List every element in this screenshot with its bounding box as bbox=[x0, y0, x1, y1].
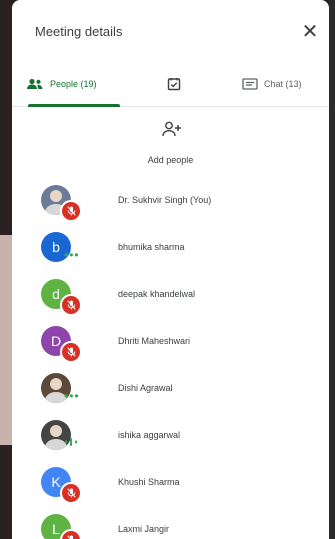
participant-name: Dishi Agrawal bbox=[118, 383, 173, 393]
video-tile-fragment bbox=[0, 235, 12, 445]
participant-row[interactable]: Dr. Sukhvir Singh (You) bbox=[12, 177, 329, 224]
add-person-icon bbox=[162, 121, 181, 137]
participant-row[interactable]: ishika aggarwal bbox=[12, 412, 329, 459]
mic-off-icon bbox=[60, 294, 82, 316]
mic-off-icon bbox=[60, 200, 82, 222]
participant-row[interactable]: d deepak khandelwal bbox=[12, 271, 329, 318]
activity-dots-icon: ••• bbox=[64, 248, 80, 262]
participant-name: bhumika sharma bbox=[118, 242, 185, 252]
participant-row[interactable]: K Khushi Sharma bbox=[12, 459, 329, 506]
right-edge bbox=[329, 0, 335, 539]
participant-name: ishika aggarwal bbox=[118, 430, 181, 440]
close-button[interactable]: ✕ bbox=[297, 18, 323, 44]
tab-chat-label: Chat (13) bbox=[264, 79, 302, 89]
tab-people-label: People (19) bbox=[50, 79, 97, 89]
activity-dots-icon: ••• bbox=[64, 389, 80, 403]
panel-title: Meeting details bbox=[35, 24, 123, 39]
participant-name: Laxmi Jangir bbox=[118, 524, 170, 534]
close-icon: ✕ bbox=[301, 20, 319, 43]
participant-list: Dr. Sukhvir Singh (You) b ••• bhumika sharm… bbox=[12, 177, 329, 539]
speaking-indicator-icon bbox=[64, 436, 78, 450]
background-video-strip bbox=[0, 0, 12, 539]
tab-people[interactable]: People (19) bbox=[26, 62, 120, 107]
participant-name: deepak khandelwal bbox=[118, 289, 196, 299]
mic-off-icon bbox=[60, 341, 82, 363]
participant-row[interactable]: b ••• bhumika sharma bbox=[12, 224, 329, 271]
people-icon bbox=[27, 78, 43, 89]
add-people-button[interactable]: Add people bbox=[12, 107, 329, 177]
chat-icon bbox=[242, 77, 258, 90]
tab-bar: People (19) Chat (13) bbox=[12, 62, 329, 107]
panel-header: Meeting details ✕ bbox=[12, 0, 329, 62]
participant-row[interactable]: D Dhriti Maheshwari bbox=[12, 318, 329, 365]
participant-name: Dhriti Maheshwari bbox=[118, 336, 191, 346]
tab-chat[interactable]: Chat (13) bbox=[242, 62, 302, 106]
participant-name: Khushi Sharma bbox=[118, 477, 180, 487]
mic-off-icon bbox=[60, 529, 82, 539]
participant-row[interactable]: L Laxmi Jangir bbox=[12, 506, 329, 539]
tab-meeting-info[interactable] bbox=[167, 62, 187, 106]
mic-off-icon bbox=[60, 482, 82, 504]
meeting-info-icon bbox=[167, 78, 181, 91]
meeting-details-panel: Meeting details ✕ People (19) Chat (13) … bbox=[12, 0, 329, 539]
participant-name: Dr. Sukhvir Singh (You) bbox=[118, 195, 212, 205]
add-people-label: Add people bbox=[147, 155, 194, 165]
participant-row[interactable]: ••• Dishi Agrawal bbox=[12, 365, 329, 412]
